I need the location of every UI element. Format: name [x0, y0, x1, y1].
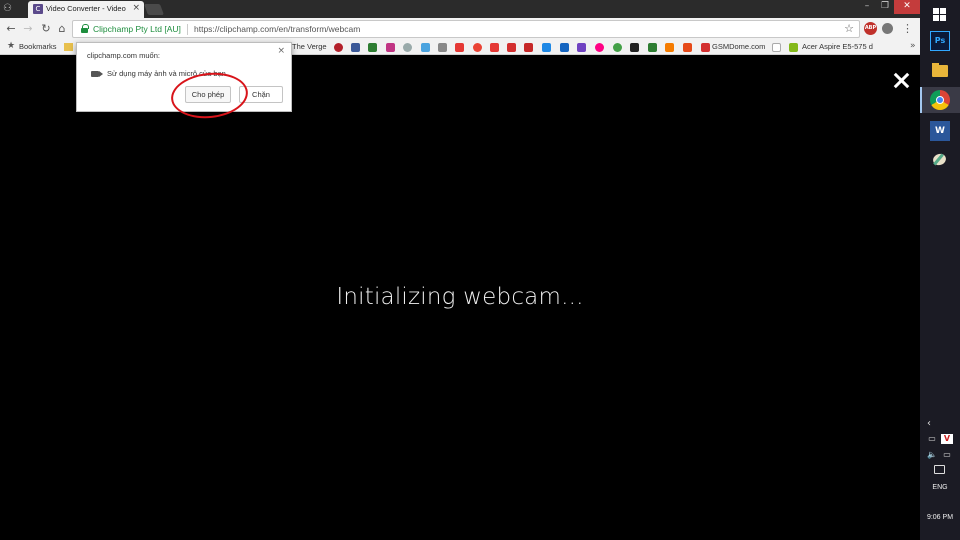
file-explorer-icon[interactable]	[930, 61, 950, 81]
bookmark-icon[interactable]	[542, 43, 551, 52]
gmail-icon[interactable]	[524, 43, 533, 52]
bookmark-icon[interactable]	[630, 43, 639, 52]
gsmdome-icon[interactable]	[701, 43, 710, 52]
bookmark-icon[interactable]	[334, 43, 343, 52]
clipchamp-favicon-icon: C	[33, 4, 43, 14]
bookmark-folder-icon[interactable]	[64, 43, 73, 51]
chrome-menu-icon[interactable]: ⋮	[902, 22, 913, 36]
bookmark-icon[interactable]	[577, 43, 586, 52]
bookmark-icon[interactable]	[683, 43, 692, 52]
google-icon[interactable]	[473, 43, 482, 52]
popup-close-icon[interactable]: ×	[277, 46, 285, 56]
bookmark-icon[interactable]	[438, 43, 447, 52]
home-icon[interactable]: ⌂	[55, 22, 69, 36]
secure-origin-label[interactable]: Clipchamp Pty Ltd [AU]	[93, 24, 181, 34]
minimize-icon[interactable]: –	[858, 0, 876, 14]
toolbar: ← → ↻ ⌂ Clipchamp Pty Ltd [AU] https://c…	[0, 18, 920, 40]
page-icon[interactable]	[772, 43, 781, 52]
screen: ⚇ C Video Converter - Video × – ❐ ✕ ← → …	[0, 0, 960, 540]
facebook-icon[interactable]	[351, 43, 360, 52]
bookmark-icon[interactable]	[403, 43, 412, 52]
notification-icon[interactable]	[934, 465, 945, 474]
bookmark-star-icon[interactable]: ☆	[844, 22, 854, 35]
tab-close-icon[interactable]: ×	[132, 3, 140, 13]
chrome-window: ⚇ C Video Converter - Video × – ❐ ✕ ← → …	[0, 0, 920, 540]
word-icon[interactable]: W	[930, 121, 950, 141]
url-divider	[187, 24, 188, 35]
bookmark-gsmdome[interactable]: GSMDome.com	[712, 42, 765, 51]
windows-start-icon[interactable]	[930, 5, 950, 25]
youtube-icon[interactable]	[455, 43, 464, 52]
bookmark-the-verge[interactable]: The Verge	[292, 42, 327, 51]
bookmarks-label[interactable]: Bookmarks	[19, 42, 57, 51]
bookmark-acer[interactable]: Acer Aspire E5-575 d	[802, 42, 880, 51]
bookmark-icon[interactable]	[648, 43, 657, 52]
twitter-icon[interactable]	[421, 43, 430, 52]
reload-icon[interactable]: ↻	[39, 22, 53, 36]
close-overlay-icon[interactable]	[893, 72, 910, 89]
bookmark-icon[interactable]	[613, 43, 622, 52]
extension-badge-icon[interactable]: ABP	[864, 22, 877, 35]
tray-v-icon[interactable]: V	[941, 434, 953, 444]
active-app-indicator	[920, 87, 922, 113]
status-message: Initializing webcam...	[336, 284, 584, 310]
tray-chevron-icon[interactable]: ‹	[927, 418, 931, 429]
paint-icon[interactable]	[930, 150, 950, 170]
lock-icon[interactable]	[81, 24, 89, 33]
photoshop-icon[interactable]: Ps	[930, 31, 950, 51]
bookmarks-star-icon: ★	[7, 41, 16, 51]
url-text[interactable]: https://clipchamp.com/en/transform/webca…	[194, 24, 360, 34]
profile-icon[interactable]: ⚇	[3, 3, 17, 15]
camera-icon	[91, 71, 103, 77]
acer-icon[interactable]	[789, 43, 798, 52]
title-bar: ⚇ C Video Converter - Video × – ❐ ✕	[0, 0, 920, 18]
tab-title: Video Converter - Video	[46, 4, 126, 13]
forward-icon[interactable]: →	[21, 22, 35, 36]
instagram-icon[interactable]	[386, 43, 395, 52]
clock[interactable]: 9:06 PM	[920, 514, 960, 521]
bookmark-icon[interactable]	[665, 43, 674, 52]
onedrive-icon[interactable]	[560, 43, 569, 52]
volume-icon[interactable]: 🔈	[926, 450, 938, 460]
chrome-icon[interactable]	[930, 90, 950, 110]
bookmark-icon[interactable]	[368, 43, 377, 52]
flickr-icon[interactable]	[595, 43, 604, 52]
network-icon[interactable]: ▭	[941, 450, 953, 460]
bookmark-icon[interactable]	[507, 43, 516, 52]
window-close-icon[interactable]: ✕	[894, 0, 920, 14]
more-bookmarks-icon[interactable]: »	[910, 41, 916, 51]
tab-video-converter[interactable]: C Video Converter - Video ×	[28, 1, 144, 18]
address-bar[interactable]: Clipchamp Pty Ltd [AU] https://clipchamp…	[72, 20, 860, 38]
popup-origin-text: clipchamp.com muốn:	[87, 51, 160, 60]
battery-icon[interactable]: ▭	[926, 434, 938, 444]
back-icon[interactable]: ←	[4, 22, 18, 36]
language-indicator[interactable]: ENG	[920, 484, 960, 491]
extension-icon[interactable]	[882, 23, 893, 34]
restore-icon[interactable]: ❐	[876, 0, 894, 14]
youtube-icon[interactable]	[490, 43, 499, 52]
new-tab-button[interactable]	[143, 4, 165, 15]
